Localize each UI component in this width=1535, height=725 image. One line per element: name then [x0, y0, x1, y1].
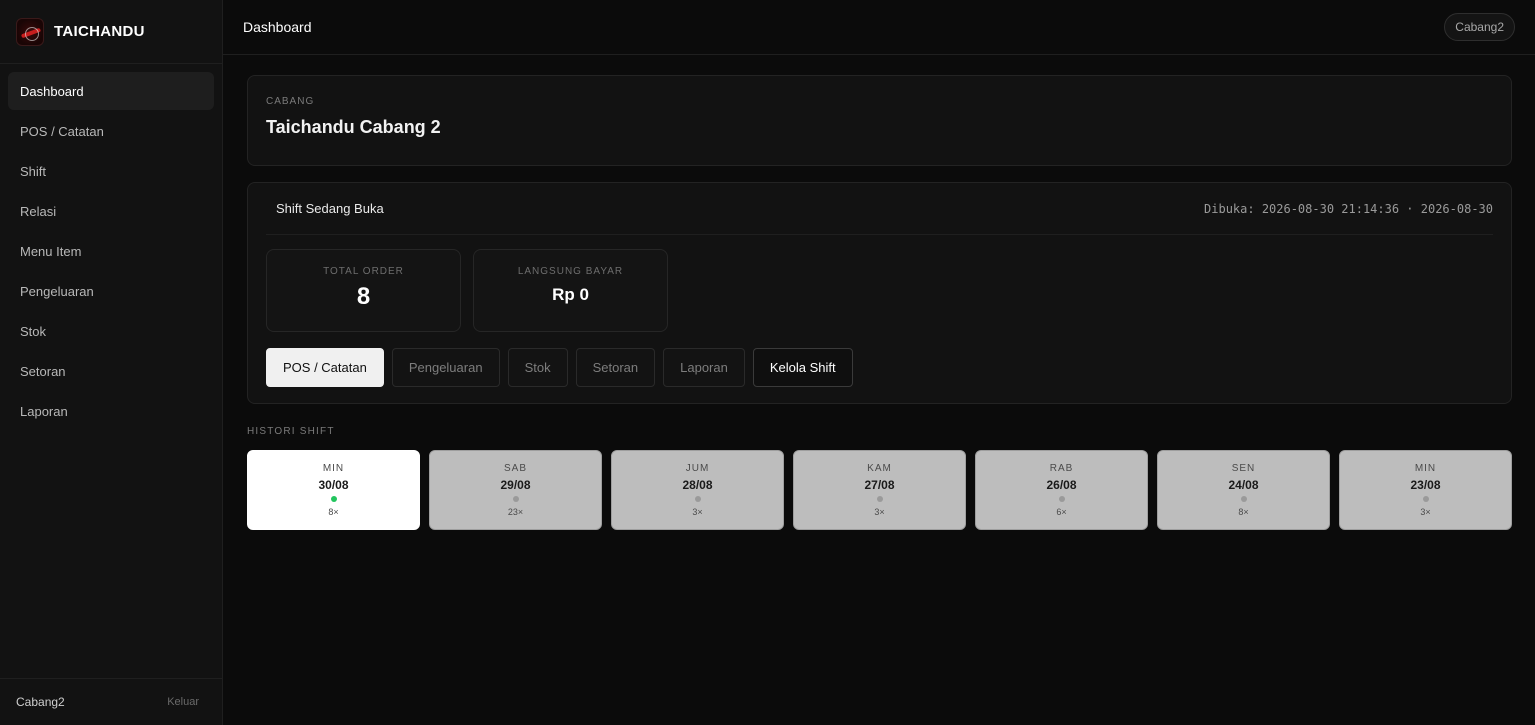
- current-user: Cabang2: [16, 695, 65, 709]
- kelola-shift-button[interactable]: Kelola Shift: [752, 348, 853, 387]
- history-day-card[interactable]: SAB 29/08 23×: [429, 450, 602, 530]
- day-count: 3×: [874, 507, 885, 517]
- status-dot-icon: [330, 496, 337, 502]
- branch-card: CABANG Taichandu Cabang 2: [247, 75, 1512, 166]
- page-title: Dashboard: [243, 19, 312, 35]
- history-day-card[interactable]: MIN 23/08 3×: [1339, 450, 1512, 530]
- day-date: 26/08: [1046, 478, 1077, 492]
- sidebar-footer: Cabang2 Keluar: [0, 678, 223, 725]
- day-name: SAB: [503, 463, 527, 474]
- shift-history: MIN 30/08 8× SAB 29/08 23× JUM 28/08 3×: [247, 450, 1512, 530]
- shift-stats: TOTAL ORDER 8 LANGSUNG BAYAR Rp 0: [266, 249, 1493, 332]
- sidebar-item-dashboard[interactable]: Dashboard: [8, 72, 214, 110]
- sidebar-item-relasi[interactable]: Relasi: [8, 192, 214, 230]
- sidebar-nav: Dashboard POS / Catatan Shift Relasi Men…: [0, 64, 222, 438]
- day-name: KAM: [867, 463, 892, 474]
- day-date: 29/08: [500, 478, 531, 492]
- stat-total-order: TOTAL ORDER 8: [266, 249, 461, 332]
- history-day-card[interactable]: KAM 27/08 3×: [793, 450, 966, 530]
- day-name: MIN: [322, 463, 345, 474]
- shift-card: Shift Sedang Buka Dibuka: 2026-08-30 21:…: [247, 182, 1512, 404]
- stat-value: Rp 0: [552, 285, 589, 304]
- brand[interactable]: TAICHANDU: [0, 0, 222, 64]
- pos-catatan-button[interactable]: POS / Catatan: [266, 348, 384, 387]
- status-dot-icon: [1240, 496, 1247, 502]
- brand-logo-icon: [16, 17, 44, 46]
- shift-status: Shift Sedang Buka: [276, 201, 384, 216]
- day-date: 27/08: [864, 478, 895, 492]
- day-date: 28/08: [682, 478, 713, 492]
- brand-name: TAICHANDU: [54, 23, 145, 40]
- sidebar: TAICHANDU Dashboard POS / Catatan Shift …: [0, 0, 223, 725]
- day-count: 8×: [328, 507, 339, 517]
- day-date: 24/08: [1228, 478, 1259, 492]
- day-count: 6×: [1056, 507, 1067, 517]
- status-dot-icon: [512, 496, 519, 502]
- day-count: 3×: [1420, 507, 1431, 517]
- shift-header: Shift Sedang Buka Dibuka: 2026-08-30 21:…: [266, 183, 1493, 235]
- history-label: HISTORI SHIFT: [247, 426, 335, 437]
- history-day-card[interactable]: MIN 30/08 8×: [247, 450, 420, 530]
- stat-value: 8: [356, 283, 371, 310]
- sidebar-item-setoran[interactable]: Setoran: [8, 352, 214, 390]
- shift-opened-time: Dibuka: 2026-08-30 21:14:36 · 2026-08-30: [1204, 201, 1493, 216]
- stat-label: LANGSUNG BAYAR: [517, 266, 624, 277]
- laporan-button[interactable]: Laporan: [663, 348, 745, 387]
- history-day-card[interactable]: JUM 28/08 3×: [611, 450, 784, 530]
- content: CABANG Taichandu Cabang 2 Shift Sedang B…: [223, 55, 1535, 530]
- sidebar-item-laporan[interactable]: Laporan: [8, 392, 214, 430]
- day-name: SEN: [1231, 463, 1256, 474]
- sidebar-item-pengeluaran[interactable]: Pengeluaran: [8, 272, 214, 310]
- app: TAICHANDU Dashboard POS / Catatan Shift …: [0, 0, 1535, 725]
- sidebar-item-pos-catatan[interactable]: POS / Catatan: [8, 112, 214, 150]
- branch-name: Taichandu Cabang 2: [266, 117, 441, 137]
- status-dot-icon: [876, 496, 883, 502]
- shift-actions: POS / Catatan Pengeluaran Stok Setoran L…: [266, 348, 1493, 387]
- history-day-card[interactable]: RAB 26/08 6×: [975, 450, 1148, 530]
- day-count: 3×: [692, 507, 703, 517]
- stat-label: TOTAL ORDER: [323, 266, 404, 277]
- stok-button[interactable]: Stok: [507, 348, 568, 387]
- day-name: JUM: [685, 463, 710, 474]
- setoran-button[interactable]: Setoran: [575, 348, 656, 387]
- sidebar-item-menu-item[interactable]: Menu Item: [8, 232, 214, 270]
- sidebar-item-shift[interactable]: Shift: [8, 152, 214, 190]
- branch-label: CABANG: [266, 96, 315, 107]
- status-dot-icon: [1422, 496, 1429, 502]
- day-name: MIN: [1414, 463, 1437, 474]
- day-count: 8×: [1238, 507, 1249, 517]
- day-date: 23/08: [1410, 478, 1441, 492]
- stat-langsung-bayar: LANGSUNG BAYAR Rp 0: [473, 249, 668, 332]
- topbar: Dashboard Cabang2: [223, 0, 1535, 55]
- status-dot-icon: [694, 496, 701, 502]
- status-dot-icon: [1058, 496, 1065, 502]
- day-count: 23×: [507, 507, 524, 517]
- day-date: 30/08: [318, 478, 349, 492]
- branch-badge[interactable]: Cabang2: [1444, 13, 1515, 41]
- day-name: RAB: [1049, 463, 1074, 474]
- sidebar-item-stok[interactable]: Stok: [8, 312, 214, 350]
- main: Dashboard Cabang2 CABANG Taichandu Caban…: [223, 0, 1535, 725]
- history-day-card[interactable]: SEN 24/08 8×: [1157, 450, 1330, 530]
- pengeluaran-button[interactable]: Pengeluaran: [391, 348, 500, 387]
- logout-button[interactable]: Keluar: [167, 696, 199, 708]
